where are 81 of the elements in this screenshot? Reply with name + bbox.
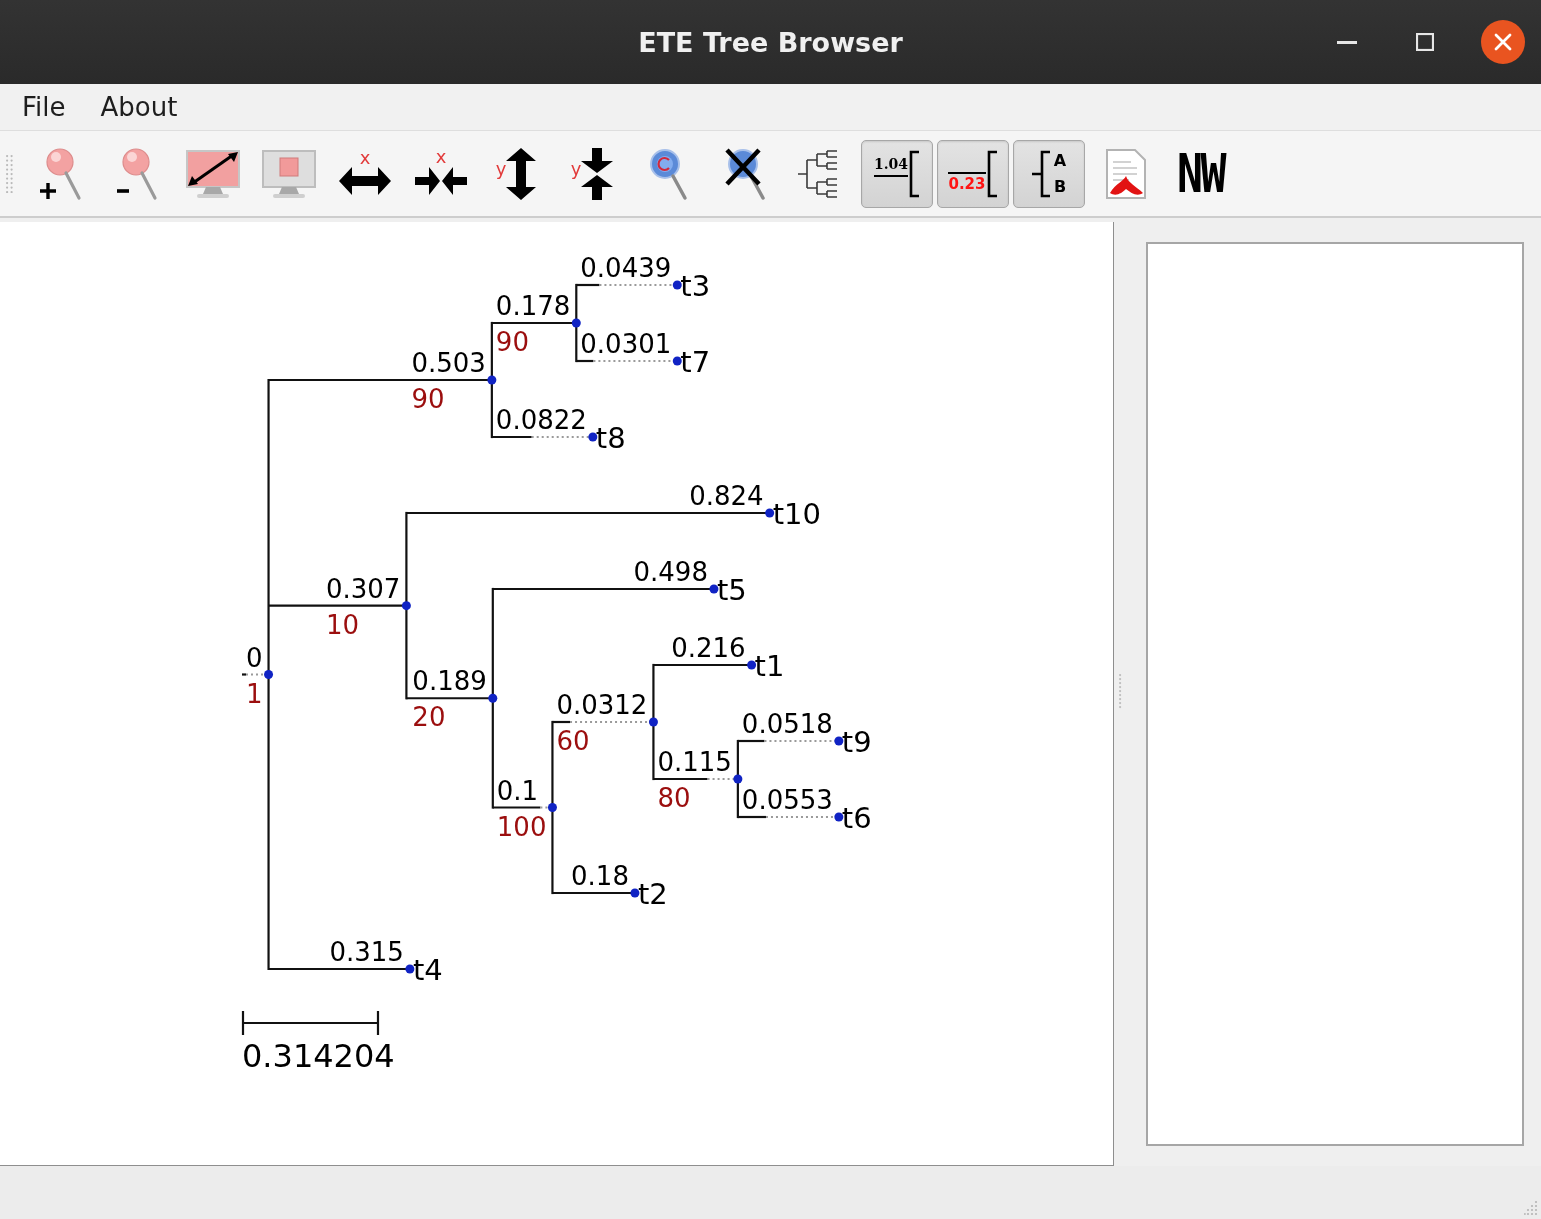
close-button[interactable] <box>1481 20 1525 64</box>
support-label: 20 <box>412 702 446 733</box>
search-icon <box>648 146 690 201</box>
zoom-in-icon <box>38 146 84 201</box>
window-title: ETE Tree Browser <box>638 26 903 58</box>
node-dot-icon <box>630 888 640 898</box>
close-icon <box>1494 33 1512 51</box>
support-label: 1 <box>246 678 263 709</box>
node-dot-icon <box>588 432 598 442</box>
bracket-icon <box>1031 149 1052 198</box>
node-dot-icon <box>834 812 844 822</box>
node-dot-icon <box>709 584 719 594</box>
branch-length-label: 0 <box>246 642 263 673</box>
node-dot-icon <box>488 693 498 703</box>
node-dot-icon <box>405 964 415 974</box>
branch-length-label: 0.189 <box>412 666 487 697</box>
branch-length-label: 0.498 <box>633 557 708 587</box>
node-dot-icon <box>733 774 743 784</box>
leaf-names-toggle[interactable]: A B <box>1013 139 1085 208</box>
node-dot-icon <box>672 356 682 366</box>
branch-length-label: 0.824 <box>689 481 764 511</box>
node-dot-icon <box>401 601 411 611</box>
narrow-button[interactable]: x <box>405 139 477 208</box>
branch-length-label: 0.0312 <box>556 690 648 720</box>
support-label: 60 <box>556 726 590 756</box>
branch-length-label: 0.0822 <box>495 405 587 435</box>
leaf-name: t1 <box>754 648 785 683</box>
bracket-icon <box>908 149 921 198</box>
node-dot-icon <box>547 803 557 812</box>
support-label: 90 <box>495 327 529 357</box>
leaf-name: t4 <box>412 952 443 987</box>
branch-length-label: 0.307 <box>325 573 401 604</box>
leaf-name: t9 <box>841 724 872 759</box>
branch-length-label: 0.1 <box>496 775 539 806</box>
magnifier-cross-icon <box>724 146 766 201</box>
leaf-name: t3 <box>680 268 711 303</box>
branch-length-label: 0.115 <box>657 747 732 777</box>
node-dot-icon <box>834 736 844 746</box>
branch-length-label: 0.315 <box>329 937 404 967</box>
leaf-name: t2 <box>637 876 668 911</box>
branch-length-label: 0.0553 <box>741 785 833 815</box>
node-dot-icon <box>747 660 757 670</box>
menu-item[interactable]: File <box>10 87 78 127</box>
node-dot-icon <box>765 508 775 518</box>
leaf-name: t8 <box>595 420 626 455</box>
zoom-out-icon <box>114 146 160 201</box>
widen-button[interactable]: x <box>329 139 401 208</box>
support-label: 80 <box>657 783 691 813</box>
leaf-name: t6 <box>841 800 872 835</box>
size-grip-icon[interactable] <box>1524 1200 1538 1216</box>
scale-label: 0.314204 <box>242 1037 395 1075</box>
leaf-name: t5 <box>716 572 747 607</box>
splitter-handle[interactable] <box>1119 674 1123 710</box>
branch-length-toggle[interactable]: 1.04 <box>861 139 933 208</box>
node-dot-icon <box>672 280 682 290</box>
branch-length-label: 0.0439 <box>580 253 672 283</box>
support-label: 90 <box>411 384 445 414</box>
minimize-icon <box>1337 40 1357 44</box>
shorter-button[interactable]: y <box>557 139 629 208</box>
node-dot-icon <box>571 318 581 328</box>
support-label: 100 <box>496 811 547 842</box>
monitor-square-icon <box>261 148 317 199</box>
newick-button[interactable]: NW <box>1165 139 1237 208</box>
branch-length-label: 0.0301 <box>580 329 672 359</box>
branch-length-label: 0.0518 <box>741 709 833 739</box>
maximize-icon <box>1416 33 1434 51</box>
taller-button[interactable]: y <box>481 139 553 208</box>
node-dot-icon <box>487 375 497 385</box>
node-dot-icon <box>264 670 274 679</box>
branch-length-label: 0.178 <box>495 291 571 321</box>
branch-length-label: 0.503 <box>411 348 486 378</box>
toolbar-handle[interactable] <box>6 154 15 193</box>
leaf-name: t7 <box>680 344 711 379</box>
menu-item[interactable]: About <box>88 87 190 127</box>
support-label: 10 <box>325 609 360 640</box>
monitor-arrow-icon <box>185 148 241 199</box>
leaf-name: t10 <box>772 496 821 531</box>
branch-length-label: 0.18 <box>571 861 629 891</box>
branch-length-label: 0.216 <box>671 633 746 663</box>
node-dot-icon <box>648 717 658 727</box>
bracket-icon <box>985 149 998 198</box>
